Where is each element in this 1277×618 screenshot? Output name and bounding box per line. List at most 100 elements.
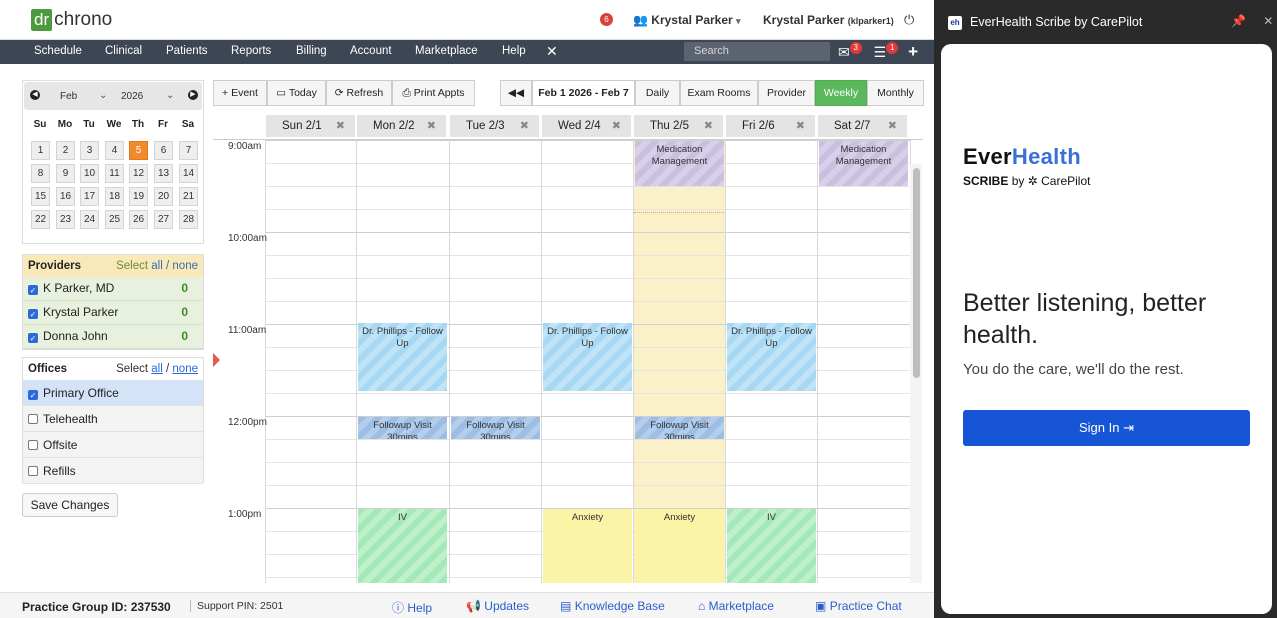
calendar-day[interactable]: 26	[129, 210, 148, 229]
calendar-day[interactable]: 11	[105, 164, 124, 183]
nav-clinical[interactable]: Clinical	[105, 45, 142, 57]
day-header[interactable]: Tue 2/3 ✖	[450, 115, 539, 137]
save-changes-button[interactable]: Save Changes	[22, 493, 118, 517]
appointment-event[interactable]: Followup Visit 30mins	[635, 417, 724, 439]
close-icon[interactable]: ✖	[796, 115, 805, 137]
nav-marketplace[interactable]: Marketplace	[415, 45, 478, 57]
select-none-providers[interactable]: none	[172, 260, 198, 272]
office-row[interactable]: Offsite	[23, 432, 203, 458]
month-select[interactable]: Feb ⌄	[49, 88, 112, 105]
nav-reports[interactable]: Reports	[231, 45, 271, 57]
account-name[interactable]: Krystal Parker (klparker1)	[763, 13, 894, 27]
calendar-day[interactable]: 22	[31, 210, 50, 229]
calendar-day[interactable]: 27	[154, 210, 173, 229]
appointment-event[interactable]: Dr. Phillips - Follow Up	[543, 323, 632, 391]
view-weekly[interactable]: Weekly	[815, 80, 867, 106]
calendar-day[interactable]: 17	[80, 187, 99, 206]
checkbox[interactable]	[28, 440, 38, 450]
select-none-offices[interactable]: none	[172, 363, 198, 375]
tasks-icon[interactable]: ☰	[874, 44, 887, 60]
calendar-day[interactable]: 15	[31, 187, 50, 206]
close-icon[interactable]: ✕	[1263, 14, 1273, 28]
year-select[interactable]: 2026 ⌄	[116, 88, 178, 105]
appointment-event[interactable]: Followup Visit 30mins	[358, 417, 447, 439]
select-all-offices[interactable]: all	[151, 363, 163, 375]
today-button[interactable]: ▭ Today	[267, 80, 326, 106]
calendar-day[interactable]: 9	[56, 164, 75, 183]
calendar-day[interactable]: 6	[154, 141, 173, 160]
footer-knowledge-base[interactable]: ▤ Knowledge Base	[560, 599, 665, 613]
appointment-event[interactable]: Dr. Phillips - Follow Up	[727, 323, 816, 391]
calendar-day[interactable]: 14	[179, 164, 198, 183]
appointment-event[interactable]: Anxiety	[543, 509, 632, 583]
provider-row[interactable]: ✓ Krystal Parker 0	[23, 301, 203, 325]
nav-schedule[interactable]: Schedule	[34, 45, 82, 57]
appointment-event[interactable]: Anxiety	[635, 509, 724, 583]
calendar-day[interactable]: 3	[80, 141, 99, 160]
view-provider[interactable]: Provider	[758, 80, 815, 106]
add-event-button[interactable]: + Event	[213, 80, 267, 106]
close-icon[interactable]: ✖	[612, 115, 621, 137]
appointment-event[interactable]: Medication Management	[819, 141, 908, 186]
appointment-event[interactable]: Followup Visit 30mins	[451, 417, 540, 439]
calendar-day[interactable]: 24	[80, 210, 99, 229]
nav-patients[interactable]: Patients	[166, 45, 208, 57]
prev-week-button[interactable]: ◀◀	[500, 80, 532, 106]
close-icon[interactable]: ✖	[520, 115, 529, 137]
power-icon[interactable]: ⏻	[904, 12, 914, 28]
select-all-providers[interactable]: all	[151, 260, 163, 272]
calendar-day[interactable]: 28	[179, 210, 198, 229]
mail-icon[interactable]: ✉	[838, 44, 850, 60]
office-row[interactable]: Telehealth	[23, 406, 203, 432]
day-header[interactable]: Fri 2/6 ✖	[726, 115, 815, 137]
pin-icon[interactable]: 📌	[1231, 14, 1246, 28]
plus-icon[interactable]: +	[908, 42, 918, 61]
office-row[interactable]: ✓ Primary Office	[23, 380, 203, 406]
day-header[interactable]: Wed 2/4 ✖	[542, 115, 631, 137]
drchrono-logo[interactable]: dr chrono	[31, 9, 112, 31]
footer-updates[interactable]: 📢 Updates	[466, 599, 529, 613]
sign-in-button[interactable]: Sign In ⇥	[963, 410, 1250, 446]
day-header[interactable]: Thu 2/5 ✖	[634, 115, 723, 137]
nav-account[interactable]: Account	[350, 45, 392, 57]
nav-help[interactable]: Help	[502, 45, 526, 57]
close-icon[interactable]: ✖	[336, 115, 345, 137]
checkbox[interactable]: ✓	[28, 309, 38, 319]
user-menu[interactable]: 👥 Krystal Parker ▾	[633, 13, 741, 27]
office-row[interactable]: Refills	[23, 458, 203, 484]
prev-month-icon[interactable]: ◀	[30, 90, 40, 100]
calendar-day[interactable]: 23	[56, 210, 75, 229]
checkbox[interactable]	[28, 414, 38, 424]
print-appts-button[interactable]: ⎙ Print Appts	[392, 80, 475, 106]
provider-row[interactable]: ✓ Donna John 0	[23, 325, 203, 349]
close-icon[interactable]: ✖	[704, 115, 713, 137]
footer-practice-chat[interactable]: ▣ Practice Chat	[815, 599, 902, 613]
footer-help[interactable]: ⓘ Help	[392, 599, 432, 616]
search-input[interactable]: Search	[684, 42, 830, 61]
calendar-day[interactable]: 7	[179, 141, 198, 160]
calendar-day[interactable]: 13	[154, 164, 173, 183]
notification-badge[interactable]: 6	[600, 13, 613, 26]
day-header[interactable]: Sun 2/1 ✖	[266, 115, 355, 137]
calendar-day[interactable]: 10	[80, 164, 99, 183]
appointment-event[interactable]: IV	[727, 509, 816, 583]
nav-billing[interactable]: Billing	[296, 45, 327, 57]
calendar-day[interactable]: 4	[105, 141, 124, 160]
checkbox[interactable]: ✓	[28, 333, 38, 343]
next-month-icon[interactable]: ▶	[188, 90, 198, 100]
provider-row[interactable]: ✓ K Parker, MD 0	[23, 277, 203, 301]
appointment-event[interactable]: IV	[358, 509, 447, 583]
checkbox[interactable]: ✓	[28, 285, 38, 295]
x-social-icon[interactable]: ✕	[546, 43, 558, 60]
footer-marketplace[interactable]: ⌂ Marketplace	[698, 599, 774, 613]
checkbox[interactable]	[28, 466, 38, 476]
day-header[interactable]: Mon 2/2 ✖	[357, 115, 446, 137]
appointment-event[interactable]: Dr. Phillips - Follow Up	[358, 323, 447, 391]
calendar-day[interactable]: 16	[56, 187, 75, 206]
calendar-day[interactable]: 1	[31, 141, 50, 160]
close-icon[interactable]: ✖	[888, 115, 897, 137]
calendar-day[interactable]: 8	[31, 164, 50, 183]
calendar-day[interactable]: 25	[105, 210, 124, 229]
close-icon[interactable]: ✖	[427, 115, 436, 137]
calendar-day[interactable]: 21	[179, 187, 198, 206]
